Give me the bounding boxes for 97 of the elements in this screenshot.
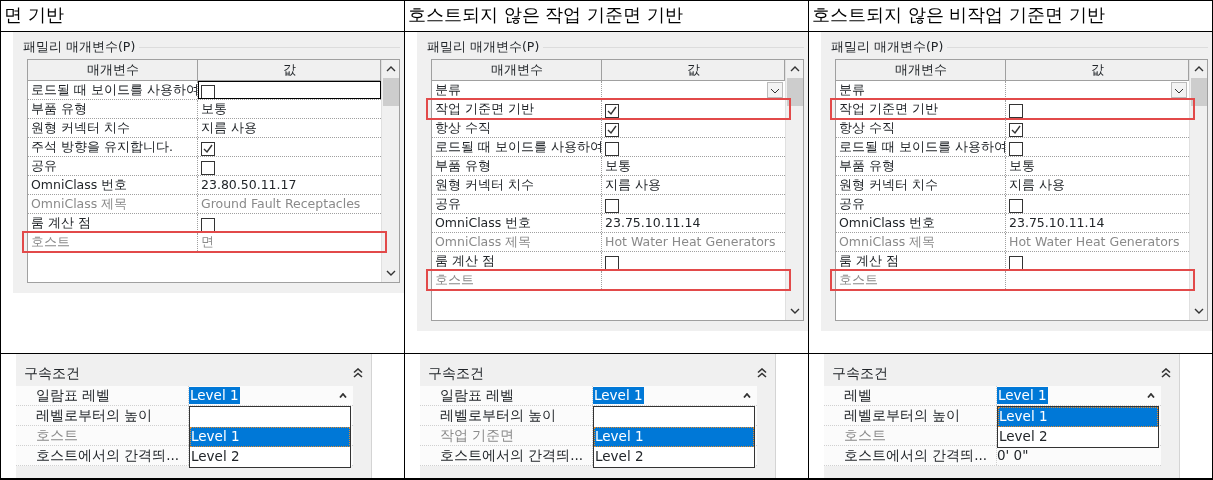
collapse-icon[interactable] xyxy=(353,368,363,378)
parameter-name: 분류 xyxy=(432,81,602,99)
parameter-name: 원형 커넥터 치수 xyxy=(432,176,602,194)
parameter-name: 공유 xyxy=(432,195,602,213)
parameter-name: 공유 xyxy=(28,157,198,175)
checkbox[interactable] xyxy=(1009,123,1023,137)
checkbox[interactable] xyxy=(201,161,215,175)
parameter-name: 부품 유형 xyxy=(28,100,198,118)
parameter-name: 호스트 xyxy=(836,271,1006,289)
property-value: 0' 0" xyxy=(997,446,1029,465)
collapse-icon[interactable] xyxy=(757,368,767,378)
scrollbar-thumb[interactable] xyxy=(1190,78,1207,106)
parameter-value: 보통 xyxy=(201,100,227,118)
checkbox[interactable] xyxy=(201,142,215,156)
scroll-up-icon[interactable] xyxy=(385,66,396,72)
chevron-down-icon[interactable] xyxy=(1174,88,1184,94)
scroll-down-icon[interactable] xyxy=(789,308,800,314)
dropdown-option[interactable]: Level 1 xyxy=(998,407,1158,427)
parameter-name: OmniClass 번호 xyxy=(28,176,198,194)
parameter-name: 부품 유형 xyxy=(432,157,602,175)
section-title: 구속조건 xyxy=(428,363,484,383)
parameter-value: 지름 사용 xyxy=(1009,176,1065,194)
checkbox[interactable] xyxy=(605,142,619,156)
parameter-name: 원형 커넥터 치수 xyxy=(836,176,1006,194)
scrollbar-thumb[interactable] xyxy=(786,78,803,106)
group-title: 패밀리 매개변수(P) xyxy=(427,38,540,56)
parameter-name: OmniClass 번호 xyxy=(836,214,1006,232)
group-title: 패밀리 매개변수(P) xyxy=(23,38,136,56)
group-title: 패밀리 매개변수(P) xyxy=(831,38,944,56)
column-title: 호스트되지 않은 작업 기준면 기반 xyxy=(407,3,684,27)
parameter-value: 지름 사용 xyxy=(605,176,661,194)
dropdown-option[interactable]: Level 2 xyxy=(594,447,754,467)
scroll-down-icon[interactable] xyxy=(1193,308,1204,314)
dropdown-option[interactable]: Level 1 xyxy=(594,427,754,447)
parameter-name: 호스트 xyxy=(432,271,602,289)
scrollbar-thumb[interactable] xyxy=(382,78,399,106)
section-title: 구속조건 xyxy=(832,363,888,383)
parameter-name: 로드될 때 보이드를 사용하여 xyxy=(836,138,1006,156)
chevron-down-icon[interactable] xyxy=(770,88,780,94)
parameter-name: 작업 기준면 기반 xyxy=(432,100,602,118)
caret-up-icon[interactable] xyxy=(339,393,347,398)
checkbox[interactable] xyxy=(605,123,619,137)
column-title: 면 기반 xyxy=(3,3,65,27)
checkbox[interactable] xyxy=(605,104,619,118)
section-title: 구속조건 xyxy=(24,363,80,383)
parameter-name: 작업 기준면 기반 xyxy=(836,100,1006,118)
select-value[interactable]: Level 1 xyxy=(593,387,644,404)
parameter-name: 호스트 xyxy=(28,233,198,251)
caret-up-icon[interactable] xyxy=(1147,393,1155,398)
parameter-name: 항상 수직 xyxy=(836,119,1006,137)
parameter-value: 보통 xyxy=(605,157,631,175)
scroll-up-icon[interactable] xyxy=(789,66,800,72)
parameter-name: 로드될 때 보이드를 사용하여 xyxy=(432,138,602,156)
checkbox[interactable] xyxy=(201,218,215,232)
checkbox[interactable] xyxy=(1009,104,1023,118)
caret-up-icon[interactable] xyxy=(743,393,751,398)
select-value[interactable]: Level 1 xyxy=(997,387,1048,404)
parameter-value: 보통 xyxy=(1009,157,1035,175)
parameter-name: OmniClass 제목 xyxy=(28,195,198,213)
parameter-value: Hot Water Heat Generators xyxy=(1009,233,1180,251)
value-cell[interactable] xyxy=(198,81,381,99)
checkbox[interactable] xyxy=(1009,256,1023,270)
dropdown-button[interactable] xyxy=(767,82,783,98)
parameter-name: 룸 계산 점 xyxy=(432,252,602,270)
parameter-name: 부품 유형 xyxy=(836,157,1006,175)
parameter-value: 23.75.10.11.14 xyxy=(605,214,701,232)
parameter-value: 면 xyxy=(201,233,214,251)
parameter-name: 로드될 때 보이드를 사용하여 xyxy=(28,81,198,99)
scroll-up-icon[interactable] xyxy=(1193,66,1204,72)
dropdown-option[interactable]: Level 2 xyxy=(190,447,350,467)
parameter-name: 주석 방향을 유지합니다. xyxy=(28,138,198,156)
checkbox[interactable] xyxy=(605,256,619,270)
parameter-value: 지름 사용 xyxy=(201,119,257,137)
parameter-name: 원형 커넥터 치수 xyxy=(28,119,198,137)
checkbox[interactable] xyxy=(1009,142,1023,156)
parameter-value: Hot Water Heat Generators xyxy=(605,233,776,251)
parameter-name: OmniClass 제목 xyxy=(432,233,602,251)
scroll-down-icon[interactable] xyxy=(385,270,396,276)
collapse-icon[interactable] xyxy=(1161,368,1171,378)
parameter-value: Ground Fault Receptacles xyxy=(201,195,361,213)
column-title: 호스트되지 않은 비작업 기준면 기반 xyxy=(811,3,1106,27)
dropdown-option[interactable]: Level 2 xyxy=(998,427,1158,447)
parameter-name: 분류 xyxy=(836,81,1006,99)
parameter-name: 룸 계산 점 xyxy=(28,214,198,232)
dropdown-button[interactable] xyxy=(1171,82,1187,98)
checkbox[interactable] xyxy=(605,199,619,213)
parameter-name: 항상 수직 xyxy=(432,119,602,137)
parameter-name: 룸 계산 점 xyxy=(836,252,1006,270)
checkbox[interactable] xyxy=(1009,199,1023,213)
parameter-name: 공유 xyxy=(836,195,1006,213)
checkbox[interactable] xyxy=(201,85,215,99)
select-value[interactable]: Level 1 xyxy=(189,387,240,404)
parameter-name: OmniClass 번호 xyxy=(432,214,602,232)
parameter-name: OmniClass 제목 xyxy=(836,233,1006,251)
parameter-value: 23.75.10.11.14 xyxy=(1009,214,1105,232)
dropdown-option[interactable]: Level 1 xyxy=(190,427,350,447)
parameter-value: 23.80.50.11.17 xyxy=(201,176,297,194)
